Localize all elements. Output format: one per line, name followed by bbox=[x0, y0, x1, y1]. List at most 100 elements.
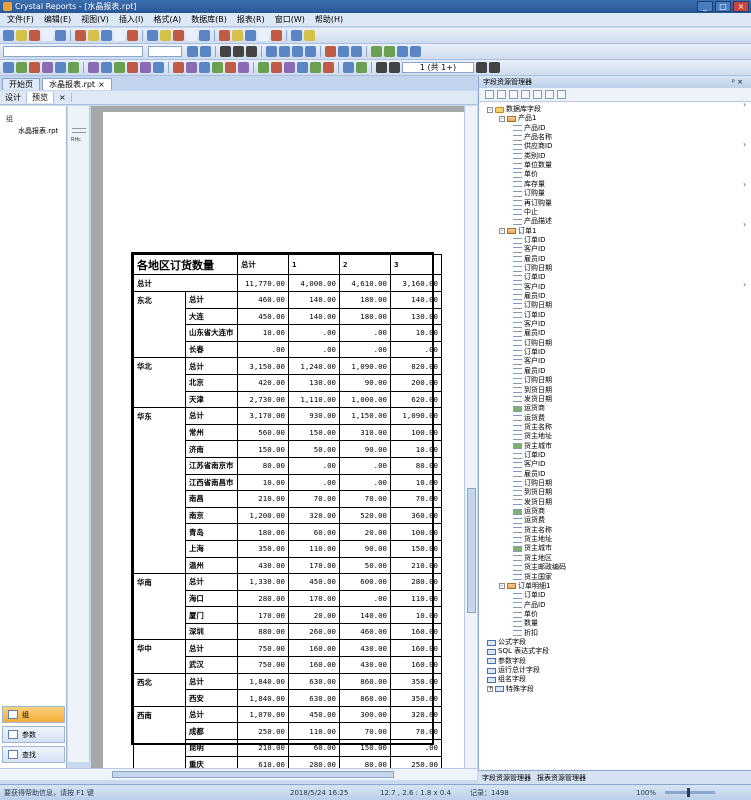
expand-toggle-icon[interactable]: - bbox=[499, 583, 505, 590]
toolbar-button-icon[interactable] bbox=[297, 62, 308, 73]
toolbar-button-icon[interactable] bbox=[42, 62, 53, 73]
toolbar-button-icon[interactable] bbox=[351, 46, 362, 57]
tree-node[interactable]: 产品描述 bbox=[513, 217, 552, 226]
toolbar-button-icon[interactable] bbox=[258, 62, 269, 73]
tree-node[interactable]: 运货商 bbox=[513, 507, 545, 516]
tree-node[interactable]: 货主地址 bbox=[513, 432, 552, 441]
tree-node[interactable]: + 特殊字段 bbox=[487, 685, 534, 694]
tree-node[interactable]: 供应商ID bbox=[513, 142, 552, 151]
toolbar-button-icon[interactable] bbox=[3, 62, 14, 73]
groups-button[interactable]: 组 bbox=[2, 706, 65, 723]
zoom-slider-thumb[interactable] bbox=[687, 788, 690, 797]
tree-node[interactable]: 订单ID bbox=[513, 348, 545, 357]
toolbar-button-icon[interactable] bbox=[271, 62, 282, 73]
toolbar-button-icon[interactable] bbox=[153, 62, 164, 73]
tree-node[interactable]: 运行总计字段 bbox=[487, 666, 540, 675]
toolbar-button-icon[interactable] bbox=[29, 30, 40, 41]
expand-toggle-icon[interactable]: + bbox=[487, 686, 493, 693]
dock-marker[interactable]: › bbox=[743, 280, 746, 289]
menu-item-3[interactable]: 插入(I) bbox=[114, 14, 149, 25]
zoom-slider[interactable] bbox=[665, 788, 715, 797]
tree-node[interactable]: 单价 bbox=[513, 610, 538, 619]
tree-node[interactable]: 货主城市 bbox=[513, 544, 552, 553]
menu-item-2[interactable]: 视图(V) bbox=[76, 14, 114, 25]
page-navigator[interactable]: 1 (共 1+) bbox=[402, 62, 474, 73]
scroll-thumb[interactable] bbox=[112, 771, 394, 778]
toolbar-button-icon[interactable] bbox=[384, 46, 395, 57]
toolbar-button-icon[interactable] bbox=[114, 30, 125, 41]
toolbar-button-icon[interactable] bbox=[219, 30, 230, 41]
toolbar-button-icon[interactable] bbox=[245, 30, 256, 41]
vertical-scrollbar[interactable] bbox=[464, 106, 477, 768]
tree-node[interactable]: 发货日期 bbox=[513, 395, 552, 404]
toolbar-button-icon[interactable] bbox=[371, 46, 382, 57]
tree-node[interactable]: 订购日期 bbox=[513, 479, 552, 488]
menu-item-4[interactable]: 格式(A) bbox=[148, 14, 186, 25]
close-tab-icon[interactable]: × bbox=[98, 80, 105, 89]
toolbar-button-icon[interactable] bbox=[305, 46, 316, 57]
toolbar-button-icon[interactable] bbox=[199, 30, 210, 41]
edit-icon[interactable] bbox=[521, 90, 530, 99]
horizontal-scrollbar[interactable] bbox=[0, 768, 477, 780]
toolbar-button-icon[interactable] bbox=[279, 46, 290, 57]
tree-node[interactable]: - 数据库字段 bbox=[487, 105, 541, 114]
toolbar-button-icon[interactable] bbox=[127, 30, 138, 41]
toolbar-button-icon[interactable] bbox=[186, 62, 197, 73]
panel-pin-close[interactable]: ᵖ × bbox=[732, 78, 751, 86]
tree-node[interactable]: 运货费 bbox=[513, 414, 545, 423]
browse-icon[interactable] bbox=[497, 90, 506, 99]
tree-node[interactable]: 订单ID bbox=[513, 311, 545, 320]
tab-report[interactable]: 水晶报表.rpt × bbox=[42, 78, 112, 90]
parameters-button[interactable]: 参数 bbox=[2, 726, 65, 743]
tree-node[interactable]: 订购量 bbox=[513, 189, 545, 198]
tree-node[interactable]: 数量 bbox=[513, 619, 538, 628]
tree-node[interactable]: 订单ID bbox=[513, 591, 545, 600]
toolbar-button-icon[interactable] bbox=[338, 46, 349, 57]
tree-node[interactable]: 运货费 bbox=[513, 516, 545, 525]
tree-node[interactable]: 雇员ID bbox=[513, 470, 545, 479]
toolbar-button-icon[interactable] bbox=[88, 62, 99, 73]
tree-node[interactable]: 订购日期 bbox=[513, 264, 552, 273]
toolbar-button-icon[interactable] bbox=[147, 30, 158, 41]
tree-node[interactable]: 客户ID bbox=[513, 320, 545, 329]
close-button[interactable]: × bbox=[733, 1, 749, 12]
tree-node[interactable]: 货主国家 bbox=[513, 573, 552, 582]
toolbar-button-icon[interactable] bbox=[376, 62, 387, 73]
toolbar-button-icon[interactable] bbox=[238, 62, 249, 73]
toolbar-button-icon[interactable] bbox=[200, 46, 211, 57]
toolbar-button-icon[interactable] bbox=[55, 30, 66, 41]
expand-toggle-icon[interactable]: - bbox=[487, 106, 493, 113]
expand-toggle-icon[interactable]: - bbox=[499, 115, 505, 122]
menu-item-7[interactable]: 窗口(W) bbox=[270, 14, 310, 25]
toolbar-button-icon[interactable] bbox=[173, 62, 184, 73]
tree-node[interactable]: 雇员ID bbox=[513, 367, 545, 376]
toolbar-button-icon[interactable] bbox=[88, 30, 99, 41]
dock-marker[interactable]: › bbox=[743, 180, 746, 189]
toolbar-button-icon[interactable] bbox=[476, 62, 487, 73]
tree-node[interactable]: 货主邮政编码 bbox=[513, 563, 566, 572]
toolbar-button-icon[interactable] bbox=[212, 62, 223, 73]
toolbar-button-icon[interactable] bbox=[233, 46, 244, 57]
tab-preview[interactable]: 预览 bbox=[27, 92, 54, 103]
tree-node[interactable]: 客户ID bbox=[513, 357, 545, 366]
dock-marker[interactable]: › bbox=[743, 140, 746, 149]
toolbar-button-icon[interactable] bbox=[304, 30, 315, 41]
tree-node[interactable]: - 订单明细1 bbox=[499, 582, 550, 591]
toolbar-button-icon[interactable] bbox=[246, 46, 257, 57]
menu-item-6[interactable]: 报表(R) bbox=[232, 14, 270, 25]
toolbar-combo[interactable] bbox=[148, 46, 182, 57]
tree-node[interactable]: 订单ID bbox=[513, 451, 545, 460]
toolbar-button-icon[interactable] bbox=[187, 46, 198, 57]
toolbar-button-icon[interactable] bbox=[220, 46, 231, 57]
toolbar-button-icon[interactable] bbox=[16, 62, 27, 73]
tree-node[interactable]: 货主城市 bbox=[513, 442, 552, 451]
minimize-button[interactable]: _ bbox=[697, 1, 713, 12]
tree-node[interactable]: 到货日期 bbox=[513, 488, 552, 497]
menu-item-1[interactable]: 编辑(E) bbox=[39, 14, 76, 25]
tree-node[interactable]: 参数字段 bbox=[487, 657, 526, 666]
tree-node[interactable]: 订单ID bbox=[513, 273, 545, 282]
tree-node[interactable]: 运货商 bbox=[513, 404, 545, 413]
toolbar-button-icon[interactable] bbox=[310, 62, 321, 73]
toolbar-button-icon[interactable] bbox=[291, 30, 302, 41]
dock-marker[interactable]: › bbox=[743, 220, 746, 229]
